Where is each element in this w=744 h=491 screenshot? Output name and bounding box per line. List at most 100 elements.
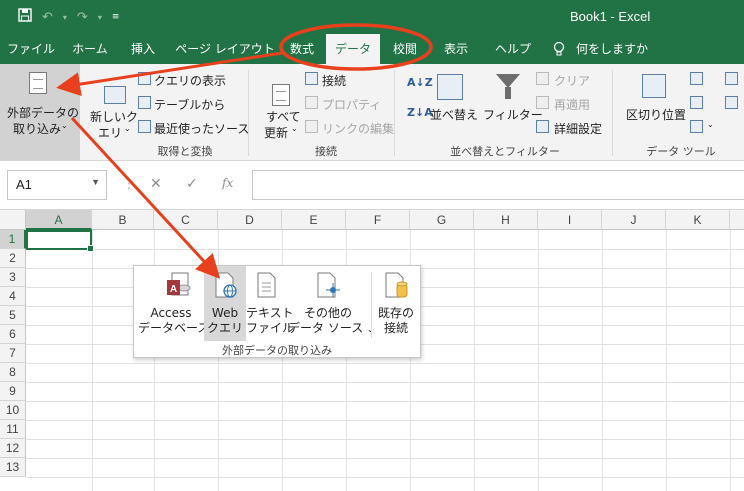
row-header-8[interactable]: 8	[0, 363, 26, 382]
row-header-6[interactable]: 6	[0, 325, 26, 344]
from-text-button[interactable]: テキスト ファイル	[246, 266, 294, 341]
new-query-button[interactable]: 新しいク	[90, 108, 138, 125]
refresh-all-button[interactable]: すべて	[266, 108, 301, 125]
reapply-button[interactable]: 再適用	[554, 96, 590, 113]
reapply-icon	[536, 96, 549, 109]
row-header-10[interactable]: 10	[0, 401, 26, 420]
external-data-label-1: 外部データの	[7, 106, 80, 120]
from-other-sources-button[interactable]: その他のデータ ソース ⌄	[288, 266, 374, 341]
from-web-button[interactable]: Web クエリ	[204, 266, 246, 341]
web-query-icon	[215, 272, 237, 298]
customize-qat-icon[interactable]: ≡	[112, 12, 120, 22]
row-header-4[interactable]: 4	[0, 287, 26, 306]
tell-me-search[interactable]: 何をしますか	[576, 34, 648, 64]
tab-help[interactable]: ヘルプ	[488, 34, 538, 64]
refresh-all-icon	[272, 84, 290, 106]
tab-page-layout[interactable]: ページ レイアウト	[172, 34, 278, 64]
row-header-13[interactable]: 13	[0, 458, 26, 477]
cancel-icon[interactable]: ✕	[150, 176, 162, 192]
gridline	[26, 420, 744, 421]
tab-file[interactable]: ファイル	[4, 34, 58, 64]
connections-button[interactable]: 接続	[322, 72, 346, 89]
column-header-g[interactable]: G	[410, 210, 474, 230]
flash-fill-icon[interactable]	[690, 72, 703, 85]
show-queries-button[interactable]: クエリの表示	[154, 72, 226, 89]
column-header-d[interactable]: D	[218, 210, 282, 230]
advanced-button[interactable]: 詳細設定	[554, 120, 602, 137]
clear-button[interactable]: クリア	[554, 72, 590, 89]
row-header-3[interactable]: 3	[0, 268, 26, 287]
column-header-j[interactable]: J	[602, 210, 666, 230]
chevron-down-icon[interactable]: ▼	[91, 177, 100, 187]
edit-links-button[interactable]: リンクの編集	[322, 120, 394, 137]
edit-links-icon	[305, 120, 318, 133]
properties-icon	[305, 96, 318, 109]
tab-home[interactable]: ホーム	[64, 34, 116, 64]
redo-dropdown-icon[interactable]: ▾	[98, 13, 102, 22]
active-cell-a1[interactable]	[26, 230, 94, 252]
name-box[interactable]: A1 ▼	[7, 170, 107, 200]
row-header-11[interactable]: 11	[0, 420, 26, 439]
sort-dialog-icon	[437, 74, 463, 100]
quick-access-toolbar: ↶ ▾ ↷ ▾ ≡	[18, 8, 119, 26]
web-query-label: Web クエリ	[206, 306, 243, 335]
column-header-h[interactable]: H	[474, 210, 538, 230]
tab-formulas[interactable]: 数式	[282, 34, 322, 64]
row-header-5[interactable]: 5	[0, 306, 26, 325]
column-header-partial[interactable]	[730, 210, 744, 230]
sort-za-icon[interactable]: Z↓A	[407, 106, 433, 119]
remove-duplicates-icon[interactable]	[690, 96, 703, 109]
gridline	[26, 249, 744, 250]
gridline	[26, 458, 744, 459]
sort-button[interactable]: 並べ替え	[430, 106, 478, 123]
new-query-label-2: エリ	[98, 126, 123, 140]
column-header-i[interactable]: I	[538, 210, 602, 230]
lightbulb-icon[interactable]	[548, 34, 570, 64]
row-header-1[interactable]: 1	[0, 230, 26, 249]
formula-input[interactable]	[252, 170, 744, 200]
row-header-12[interactable]: 12	[0, 439, 26, 458]
tab-review[interactable]: 校閲	[384, 34, 426, 64]
undo-icon[interactable]: ↶	[42, 10, 53, 25]
sort-az-icon[interactable]: A↓Z	[407, 76, 433, 89]
existing-connections-label: 既存の 接続	[377, 306, 414, 335]
row-header-9[interactable]: 9	[0, 382, 26, 401]
from-access-button[interactable]: A Access データベース	[138, 266, 209, 341]
ribbon-tabs: ファイル ホーム 挿入 ページ レイアウト 数式 データ 校閲 表示 ヘルプ 何…	[0, 34, 744, 64]
tab-view[interactable]: 表示	[436, 34, 476, 64]
relationships-icon[interactable]	[725, 96, 738, 109]
row-header-7[interactable]: 7	[0, 344, 26, 363]
gridline	[26, 401, 744, 402]
tab-insert[interactable]: 挿入	[120, 34, 166, 64]
undo-dropdown-icon[interactable]: ▾	[63, 13, 67, 22]
tab-data[interactable]: データ	[326, 34, 380, 64]
data-validation-icon[interactable]	[690, 120, 703, 133]
filter-button[interactable]: フィルター	[483, 106, 543, 123]
column-header-e[interactable]: E	[282, 210, 346, 230]
column-header-f[interactable]: F	[346, 210, 410, 230]
enter-icon[interactable]: ✓	[186, 176, 198, 192]
from-table-button[interactable]: テーブルから	[154, 96, 225, 113]
gridline	[26, 477, 744, 478]
resize-handle-icon[interactable]: ⋮	[122, 176, 136, 192]
recent-sources-button[interactable]: 最近使ったソース	[154, 120, 249, 137]
text-to-columns-button[interactable]: 区切り位置	[626, 106, 686, 123]
existing-connections-button[interactable]: 既存の 接続	[374, 266, 418, 341]
select-all-corner[interactable]	[0, 210, 26, 230]
save-icon[interactable]	[18, 8, 32, 26]
insert-function-icon[interactable]: fx	[222, 176, 233, 190]
other-sources-label: その他のデータ ソース ⌄	[288, 306, 374, 337]
column-header-b[interactable]: B	[92, 210, 154, 230]
properties-button[interactable]: プロパティ	[322, 96, 381, 113]
column-header-a[interactable]: A	[26, 210, 92, 230]
gridline	[538, 230, 539, 491]
gridline	[730, 230, 731, 491]
external-data-dropdown: A Access データベース Web クエリ テキスト ファイル その他の データ ソ…	[133, 265, 421, 358]
ribbon: 外部データの 取り込み ⌄ 新しいク エリ ⌄ クエリの表示 テーブルから 最近…	[0, 64, 744, 161]
column-header-k[interactable]: K	[666, 210, 730, 230]
consolidate-icon[interactable]	[725, 72, 738, 85]
redo-icon[interactable]: ↷	[77, 10, 88, 25]
row-header-2[interactable]: 2	[0, 249, 26, 268]
column-header-c[interactable]: C	[154, 210, 218, 230]
access-icon: A	[167, 272, 191, 296]
